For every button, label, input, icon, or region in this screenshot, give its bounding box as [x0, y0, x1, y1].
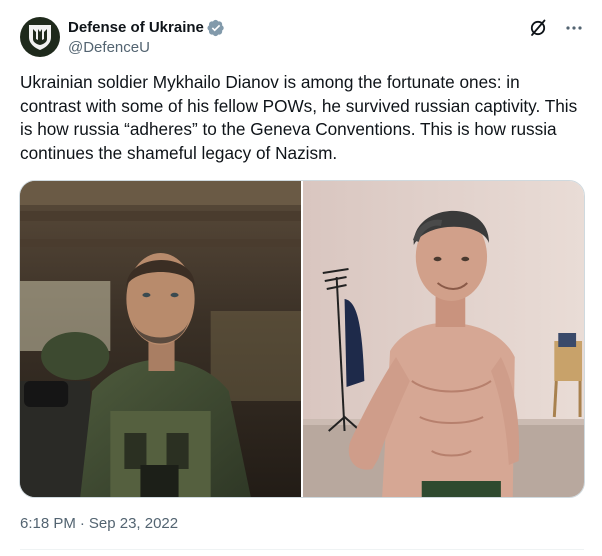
- tweet-timestamp[interactable]: 6:18 PM · Sep 23, 2022: [20, 515, 178, 532]
- grok-icon[interactable]: [528, 18, 548, 38]
- author-block: Defense of Ukraine @DefenceU: [68, 18, 225, 58]
- tweet-media[interactable]: [19, 180, 585, 498]
- photo-soldier-after-captivity[interactable]: [303, 181, 584, 497]
- author-handle[interactable]: @DefenceU: [68, 38, 225, 58]
- ukraine-mod-emblem-icon: [29, 25, 51, 50]
- photo-soldier-before-captivity[interactable]: [20, 181, 301, 497]
- timestamp-separator: ·: [79, 515, 85, 532]
- verified-badge-icon[interactable]: [207, 19, 225, 37]
- tweet-card[interactable]: Defense of Ukraine @DefenceU Ukrainian s…: [0, 0, 602, 556]
- tweet-text: Ukrainian soldier Mykhailo Dianov is amo…: [20, 72, 578, 163]
- tweet-time: 6:18 PM: [20, 515, 76, 532]
- more-options-icon[interactable]: [564, 18, 584, 38]
- tweet-date: Sep 23, 2022: [88, 515, 179, 532]
- author-display-name[interactable]: Defense of Ukraine: [68, 18, 204, 38]
- tweet-actions: [528, 18, 584, 38]
- divider: [20, 549, 584, 550]
- avatar[interactable]: [20, 17, 60, 57]
